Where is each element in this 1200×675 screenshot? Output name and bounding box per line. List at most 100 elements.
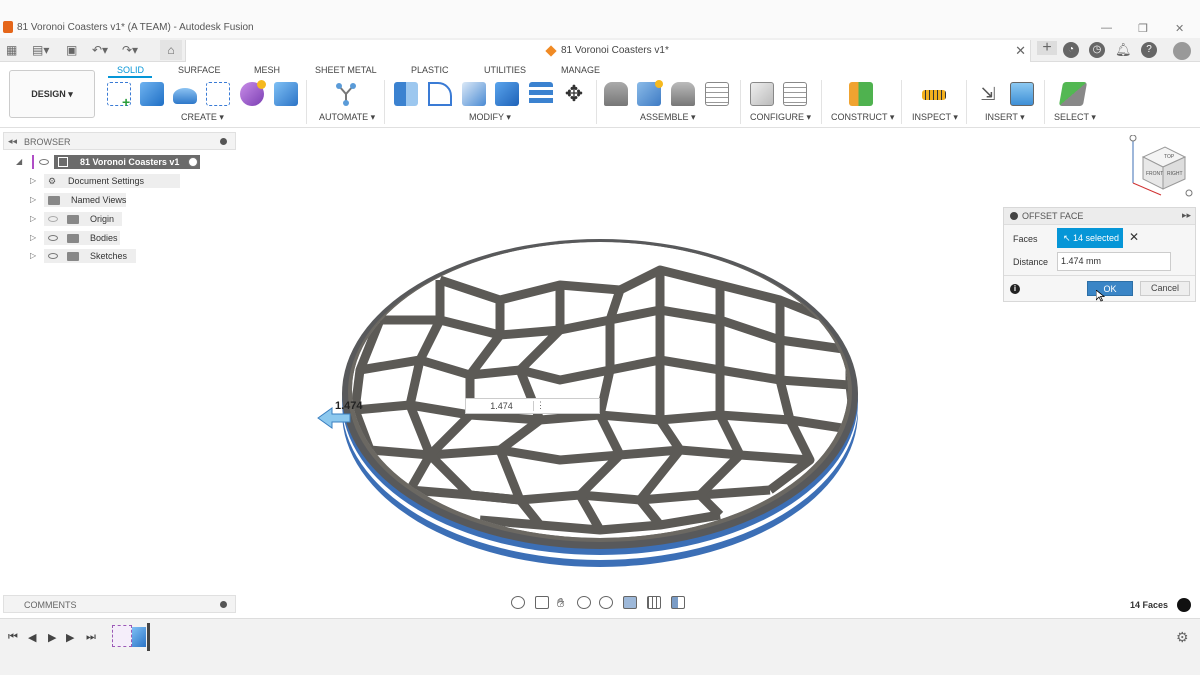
step-back-icon[interactable]: ◀ xyxy=(28,631,36,644)
expand-triangle-icon[interactable]: ▷ xyxy=(30,174,36,188)
timeline-offset-feature-icon[interactable] xyxy=(132,627,146,647)
browser-item-origin[interactable]: ▷ Origin xyxy=(30,212,160,226)
move-copy-icon[interactable]: ✥ xyxy=(562,82,586,106)
dialog-expand-icon[interactable]: ▸▸ xyxy=(1182,210,1191,221)
home-icon[interactable]: ⌂ xyxy=(160,40,182,60)
modify-menu[interactable]: MODIFY ▾ xyxy=(469,112,511,123)
zoom-icon[interactable] xyxy=(577,596,591,609)
activate-radio[interactable] xyxy=(188,157,198,167)
info-icon[interactable]: i xyxy=(1010,284,1020,294)
expand-triangle-icon[interactable]: ▷ xyxy=(30,249,36,263)
selection-filter-icon[interactable] xyxy=(1177,598,1191,612)
visibility-eye-icon[interactable] xyxy=(48,253,58,259)
insert-menu[interactable]: INSERT ▾ xyxy=(985,112,1025,123)
browser-item-sketches[interactable]: ▷ Sketches xyxy=(30,249,160,263)
expand-triangle-icon[interactable]: ▷ xyxy=(30,193,36,207)
shell-icon[interactable] xyxy=(462,82,486,106)
document-tab[interactable]: 81 Voronoi Coasters v1* ✕ xyxy=(185,40,1031,62)
grid-settings-icon[interactable] xyxy=(647,596,661,609)
distance-inline-input[interactable]: 1.474 ⋮ xyxy=(465,398,600,414)
file-menu-icon[interactable]: ▤▾ xyxy=(32,43,49,57)
browser-item-bodies[interactable]: ▷ Bodies xyxy=(30,231,160,245)
notifications-icon[interactable]: 🔔︎ xyxy=(1115,42,1132,58)
distance-field[interactable]: 1.474 mm xyxy=(1057,252,1171,271)
fit-zoom-icon[interactable] xyxy=(599,596,613,609)
look-at-icon[interactable] xyxy=(535,596,549,609)
apps-grid-icon[interactable]: ▦ xyxy=(6,43,17,57)
job-status-icon[interactable]: ◷ xyxy=(1089,42,1105,58)
orbit-icon[interactable] xyxy=(511,596,525,609)
timeline-settings-gear-icon[interactable]: ⚙ xyxy=(1176,629,1189,646)
select-menu[interactable]: SELECT ▾ xyxy=(1054,112,1096,123)
as-built-joint-icon[interactable] xyxy=(671,82,695,106)
timeline-marker[interactable] xyxy=(147,623,150,651)
offset-plane-icon[interactable] xyxy=(849,82,873,106)
close-tab-icon[interactable]: ✕ xyxy=(1015,43,1026,59)
press-pull-icon[interactable] xyxy=(394,82,418,106)
revolve-icon[interactable] xyxy=(173,88,197,104)
play-icon[interactable]: ▶ xyxy=(48,631,56,644)
combine-icon[interactable] xyxy=(495,82,519,106)
expand-triangle-icon[interactable]: ▷ xyxy=(30,212,36,226)
redo-icon[interactable]: ↷▾ xyxy=(122,43,138,57)
configure-menu[interactable]: CONFIGURE ▾ xyxy=(750,112,811,123)
go-to-start-icon[interactable]: ⏮︎ xyxy=(8,631,18,644)
expand-triangle-icon[interactable]: ▷ xyxy=(30,231,36,245)
new-tab-icon[interactable]: + xyxy=(1037,40,1057,56)
avatar[interactable] xyxy=(1173,42,1191,60)
insert-derive-icon[interactable]: ⇲ xyxy=(976,82,1000,106)
automate-menu[interactable]: AUTOMATE ▾ xyxy=(319,112,375,123)
configure-icon[interactable] xyxy=(750,82,774,106)
fillet-icon[interactable] xyxy=(428,82,452,106)
browser-panel-header[interactable]: ◂◂ BROWSER xyxy=(3,132,236,150)
step-forward-icon[interactable]: ▶ xyxy=(66,631,74,644)
dialog-collapse-icon[interactable] xyxy=(1010,212,1018,220)
clear-selection-icon[interactable]: ✕ xyxy=(1129,230,1139,244)
tab-plastic[interactable]: PLASTIC xyxy=(411,65,449,75)
visibility-eye-icon[interactable] xyxy=(48,235,58,241)
workspace-dropdown[interactable]: DESIGN ▾ xyxy=(9,70,95,118)
cancel-button[interactable]: Cancel xyxy=(1140,281,1190,296)
panel-pin-icon[interactable] xyxy=(220,138,227,145)
insert-canvas-icon[interactable] xyxy=(1010,82,1034,106)
hidden-eye-icon[interactable] xyxy=(48,216,58,222)
split-body-icon[interactable] xyxy=(529,82,553,106)
coaster-model[interactable] xyxy=(0,128,1200,618)
visibility-eye-icon[interactable] xyxy=(39,159,49,165)
view-cube[interactable]: TOP FRONT RIGHT xyxy=(1125,134,1195,201)
tab-solid[interactable]: SOLID xyxy=(117,65,144,75)
create-sketch-icon[interactable]: + xyxy=(107,82,131,109)
maximize-button[interactable]: ❐ xyxy=(1138,22,1148,35)
viewports-icon[interactable] xyxy=(671,596,685,609)
browser-item-document-settings[interactable]: ▷ ⚙ Document Settings xyxy=(30,174,180,188)
timeline-sketch-feature-icon[interactable] xyxy=(112,625,132,647)
distance-inline-value[interactable]: 1.474 xyxy=(470,401,534,411)
joint-table-icon[interactable] xyxy=(705,82,729,106)
tab-surface[interactable]: SURFACE xyxy=(178,65,221,75)
extrude-icon[interactable] xyxy=(140,82,164,106)
panel-pin-icon[interactable] xyxy=(220,601,227,608)
dialog-header[interactable]: OFFSET FACE ▸▸ xyxy=(1004,208,1195,225)
sweep-icon[interactable] xyxy=(206,82,230,106)
browser-root-item[interactable]: ◢ 81 Voronoi Coasters v1 xyxy=(16,155,206,169)
collapse-triangle-icon[interactable]: ◢ xyxy=(16,155,22,169)
joint-icon[interactable] xyxy=(637,80,663,106)
collapse-panel-icon[interactable]: ◂◂ xyxy=(8,136,17,147)
comments-panel-header[interactable]: COMMENTS xyxy=(3,595,236,613)
measure-icon[interactable] xyxy=(922,90,946,100)
assemble-menu[interactable]: ASSEMBLE ▾ xyxy=(640,112,696,123)
tab-mesh[interactable]: MESH xyxy=(254,65,280,75)
display-settings-icon[interactable] xyxy=(623,596,637,609)
pan-icon[interactable]: ✋︎ xyxy=(557,596,571,609)
browser-item-named-views[interactable]: ▷ Named Views xyxy=(30,193,160,207)
new-component-icon[interactable] xyxy=(604,82,628,106)
configuration-table-icon[interactable] xyxy=(783,82,807,106)
close-window-button[interactable]: ✕ xyxy=(1175,22,1184,35)
form-icon[interactable] xyxy=(240,80,266,106)
automate-icon[interactable] xyxy=(334,82,358,106)
construct-menu[interactable]: CONSTRUCT ▾ xyxy=(831,112,894,123)
tab-utilities[interactable]: UTILITIES xyxy=(484,65,526,75)
3d-viewport[interactable]: TOP FRONT RIGHT xyxy=(0,128,1200,618)
inline-input-handle-icon[interactable]: ⋮ xyxy=(536,400,545,411)
save-icon[interactable]: ▣ xyxy=(66,43,77,57)
